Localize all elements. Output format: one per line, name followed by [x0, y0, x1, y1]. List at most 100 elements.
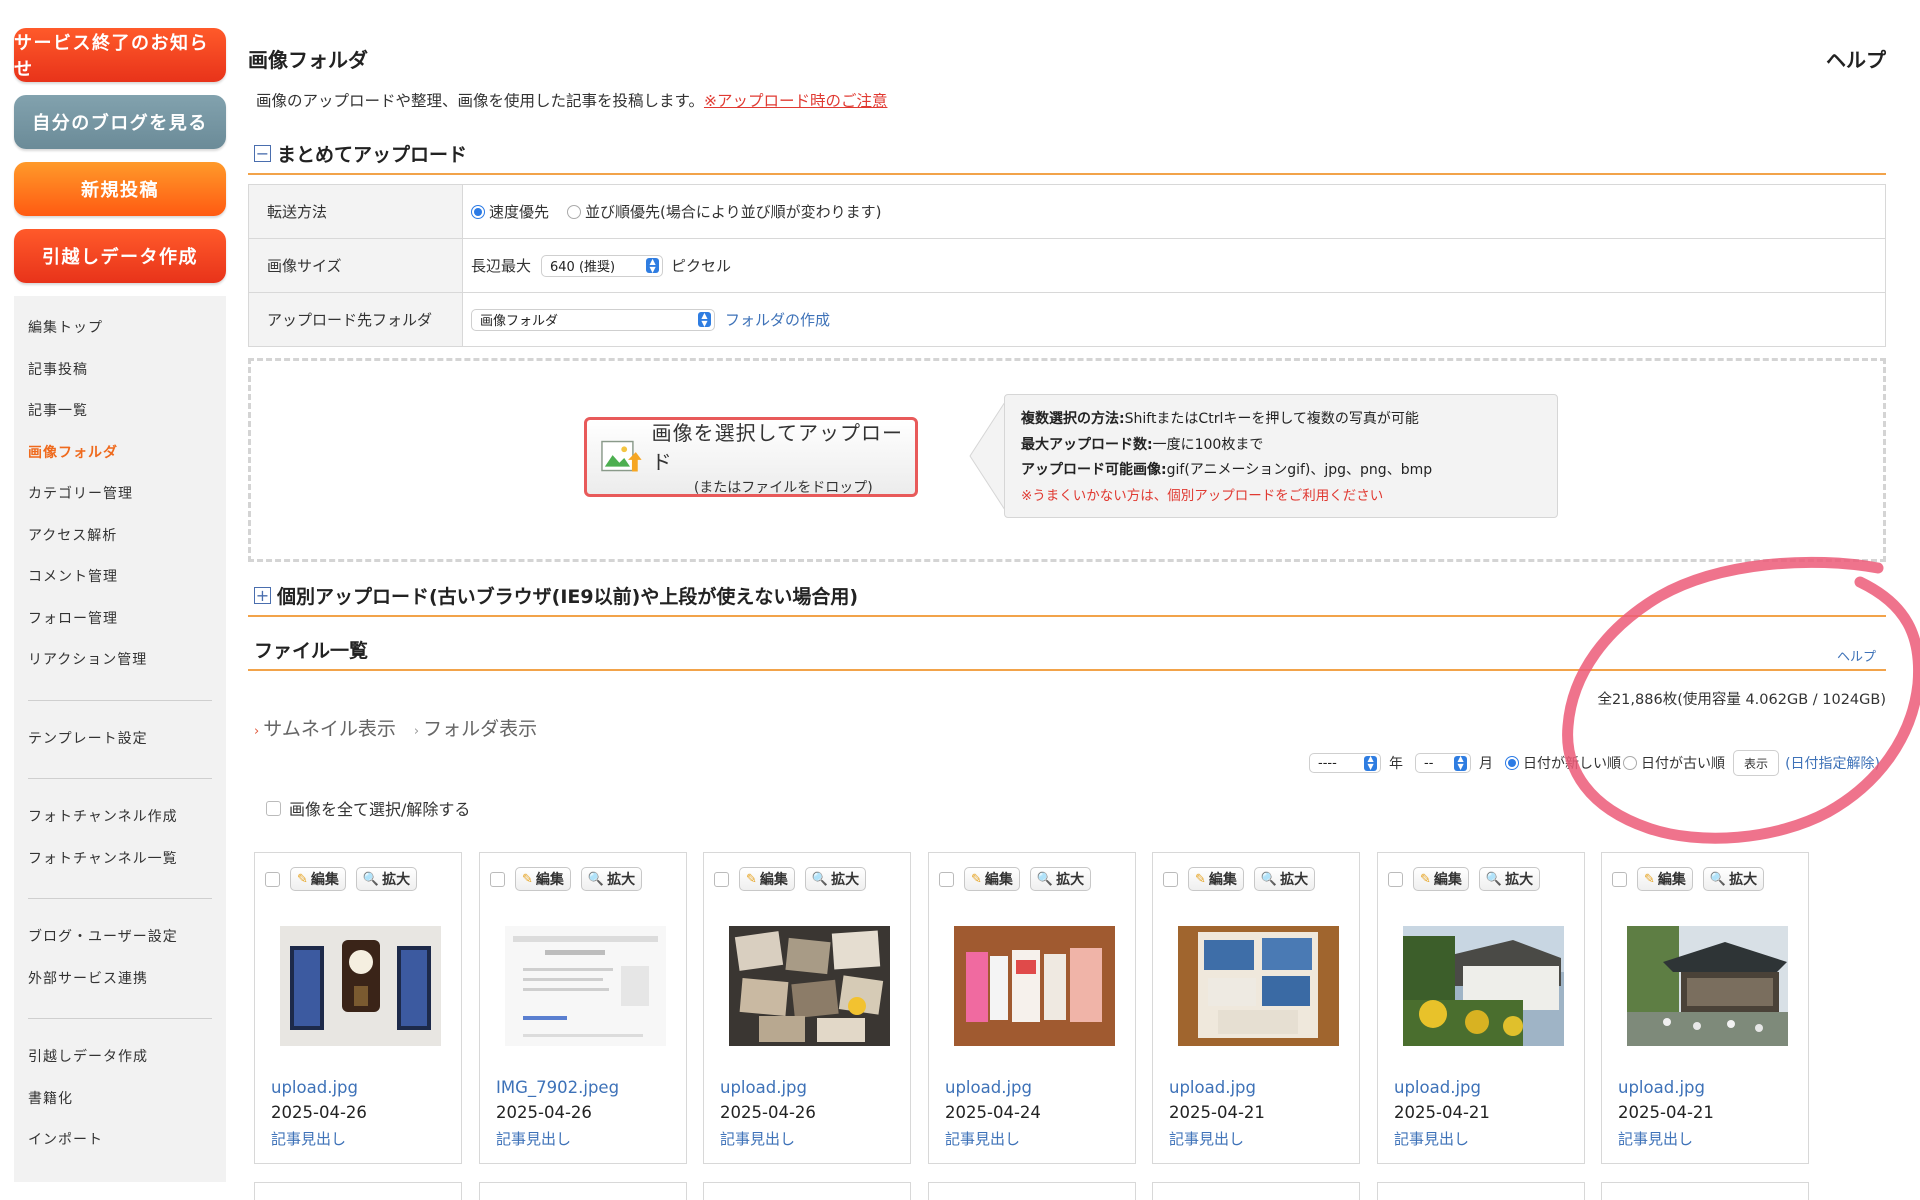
pencil-icon: ✎ — [746, 871, 757, 887]
sidebar-item-photochannel-list[interactable]: フォトチャンネル一覧 — [28, 839, 212, 881]
month-select[interactable]: -- ▲ ▼ — [1415, 753, 1472, 773]
bubble-pointer — [969, 400, 1008, 512]
help-link[interactable]: ヘルプ — [1826, 44, 1886, 73]
year-label: 年 — [1389, 756, 1404, 772]
edit-button[interactable]: ✎ 編集 — [1637, 867, 1693, 891]
article-headline-link[interactable]: 記事見出し — [945, 1128, 1020, 1149]
order-priority-radio[interactable] — [567, 204, 582, 219]
edit-button[interactable]: ✎ 編集 — [515, 867, 571, 891]
select-arrows-icon: ▲ ▼ — [1364, 755, 1378, 771]
service-end-notice-button[interactable]: サービス終了のお知らせ — [14, 28, 226, 82]
edit-button[interactable]: ✎ 編集 — [964, 867, 1020, 891]
file-name-link[interactable]: IMG_7902.jpeg — [496, 1078, 619, 1097]
speed-priority-radio[interactable] — [471, 204, 485, 219]
card-toolbar: ✎ 編集 🔍 拡大 — [1388, 867, 1550, 891]
file-drop-zone[interactable]: 画像を選択してアップロード (またはファイルをドロップ) 複数選択の方法:Shi… — [248, 358, 1886, 562]
edit-button[interactable]: ✎ 編集 — [1188, 867, 1244, 891]
zoom-button[interactable]: 🔍 拡大 — [580, 867, 643, 891]
sidebar-item-access-analytics[interactable]: アクセス解析 — [28, 516, 212, 558]
image-thumbnail[interactable] — [1403, 926, 1564, 1046]
article-headline-link[interactable]: 記事見出し — [271, 1128, 346, 1149]
image-thumbnail[interactable] — [729, 926, 890, 1046]
article-headline-link[interactable]: 記事見出し — [1169, 1128, 1244, 1149]
file-date: 2025-04-26 — [496, 1103, 592, 1122]
thumbnail-view-link[interactable]: サムネイル表示 — [263, 718, 396, 740]
edit-label: 編集 — [1657, 872, 1686, 888]
sidebar-item-edit-top[interactable]: 編集トップ — [28, 308, 212, 350]
sidebar-item-post-article[interactable]: 記事投稿 — [28, 350, 212, 392]
edit-button[interactable]: ✎ 編集 — [739, 867, 795, 891]
zoom-button[interactable]: 🔍 拡大 — [1253, 867, 1316, 891]
image-select-checkbox[interactable] — [714, 871, 729, 887]
edit-button[interactable]: ✎ 編集 — [1413, 867, 1469, 891]
image-select-checkbox[interactable] — [1388, 871, 1403, 887]
sidebar-item-moving-data[interactable]: 引越しデータ作成 — [28, 1037, 212, 1079]
sidebar-item-comments[interactable]: コメント管理 — [28, 557, 212, 599]
zoom-button[interactable]: 🔍 拡大 — [355, 867, 418, 891]
file-name-link[interactable]: upload.jpg — [1618, 1078, 1705, 1097]
zoom-button[interactable]: 🔍 拡大 — [1702, 867, 1765, 891]
image-select-checkbox[interactable] — [1612, 871, 1627, 887]
file-name-link[interactable]: upload.jpg — [945, 1078, 1032, 1097]
article-headline-link[interactable]: 記事見出し — [720, 1128, 795, 1149]
select-all-label[interactable]: 画像を全て選択/解除する — [289, 796, 470, 820]
year-select[interactable]: ---- ▲ ▼ — [1309, 753, 1382, 773]
image-select-checkbox[interactable] — [1163, 871, 1178, 887]
sidebar-item-photochannel-create[interactable]: フォトチャンネル作成 — [28, 797, 212, 839]
image-thumbnail[interactable] — [1178, 926, 1339, 1046]
image-card: ✎ 編集 🔍 拡大 IMG_7902.jpeg 2025-04-26 記事見出し — [479, 852, 687, 1164]
sidebar-divider — [28, 778, 212, 779]
folder-view-link[interactable]: フォルダ表示 — [423, 718, 537, 740]
create-folder-link[interactable]: フォルダの作成 — [725, 309, 830, 330]
image-select-checkbox[interactable] — [939, 871, 954, 887]
sidebar-item-article-list[interactable]: 記事一覧 — [28, 391, 212, 433]
edit-label: 編集 — [759, 872, 788, 888]
upload-folder-select[interactable]: 画像フォルダ ▲ ▼ — [471, 308, 715, 331]
file-name-link[interactable]: upload.jpg — [1394, 1078, 1481, 1097]
edit-button[interactable]: ✎ 編集 — [290, 867, 346, 891]
zoom-button[interactable]: 🔍 拡大 — [1029, 867, 1092, 891]
sidebar-item-reactions[interactable]: リアクション管理 — [28, 640, 212, 682]
sidebar-item-category[interactable]: カテゴリー管理 — [28, 474, 212, 516]
single-upload-header[interactable]: + 個別アップロード(古いブラウザ(IE9以前)や上段が使えない場合用) — [254, 582, 858, 609]
sidebar-divider — [28, 699, 212, 701]
view-my-blog-button[interactable]: 自分のブログを見る — [14, 95, 226, 149]
expand-icon[interactable]: + — [254, 587, 271, 604]
zoom-button[interactable]: 🔍 拡大 — [804, 867, 867, 891]
order-priority-label[interactable]: 並び順優先(場合により並び順が変わります) — [585, 201, 881, 222]
sort-newest-radio[interactable] — [1505, 756, 1520, 770]
article-headline-link[interactable]: 記事見出し — [1394, 1128, 1469, 1149]
image-size-select[interactable]: 640 (推奨) ▲ ▼ — [541, 254, 664, 277]
moving-data-button[interactable]: 引越しデータ作成 — [14, 229, 226, 283]
image-select-checkbox[interactable] — [265, 871, 280, 887]
image-thumbnail[interactable] — [954, 926, 1115, 1046]
zoom-button[interactable]: 🔍 拡大 — [1478, 867, 1541, 891]
info-warning: ※うまくいかない方は、個別アップロードをご利用ください — [1021, 487, 1384, 504]
image-select-checkbox[interactable] — [490, 871, 505, 887]
upload-notice-link[interactable]: ※アップロード時のご注意 — [704, 92, 888, 110]
sidebar-item-follow[interactable]: フォロー管理 — [28, 599, 212, 641]
article-headline-link[interactable]: 記事見出し — [496, 1128, 571, 1149]
view-mode-tabs: › サムネイル表示 › フォルダ表示 — [254, 714, 537, 741]
speed-priority-label[interactable]: 速度優先 — [489, 201, 549, 222]
new-post-button[interactable]: 新規投稿 — [14, 162, 226, 216]
collapse-icon[interactable]: − — [254, 145, 271, 162]
image-thumbnail[interactable] — [505, 926, 666, 1046]
select-all-checkbox[interactable] — [266, 800, 281, 816]
file-name-link[interactable]: upload.jpg — [271, 1078, 358, 1097]
sidebar-item-book[interactable]: 書籍化 — [28, 1079, 212, 1121]
sidebar-item-image-folder[interactable]: 画像フォルダ — [28, 433, 212, 475]
image-thumbnail[interactable] — [1627, 926, 1788, 1046]
sidebar-item-template[interactable]: テンプレート設定 — [28, 719, 212, 761]
select-upload-button[interactable]: 画像を選択してアップロード (またはファイルをドロップ) — [584, 417, 918, 497]
file-name-link[interactable]: upload.jpg — [720, 1078, 807, 1097]
sidebar-item-import[interactable]: インポート — [28, 1120, 212, 1162]
image-card: ✎ 編集 🔍 拡大 upload.jpg 2025-04-21 記事見出し — [1377, 852, 1585, 1164]
sidebar-item-blog-user-settings[interactable]: ブログ・ユーザー設定 — [28, 917, 212, 959]
image-thumbnail[interactable] — [280, 926, 441, 1046]
sidebar-item-external-services[interactable]: 外部サービス連携 — [28, 959, 212, 1001]
bulk-upload-header[interactable]: − まとめてアップロード — [254, 140, 467, 167]
article-headline-link[interactable]: 記事見出し — [1618, 1128, 1693, 1149]
card-toolbar: ✎ 編集 🔍 拡大 — [265, 867, 427, 891]
file-name-link[interactable]: upload.jpg — [1169, 1078, 1256, 1097]
